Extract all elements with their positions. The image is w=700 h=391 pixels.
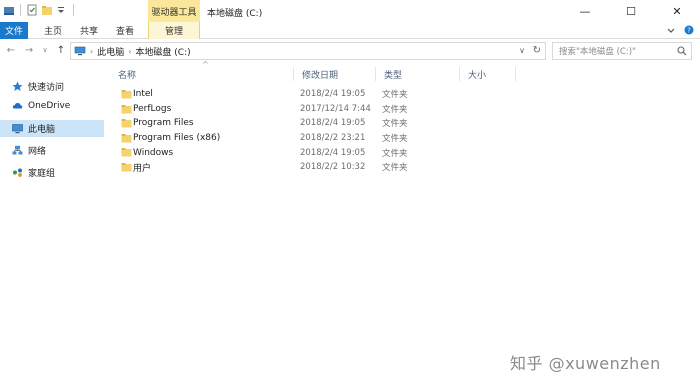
column-header-name[interactable]: 名称 (110, 67, 294, 81)
up-button[interactable]: ↑ (54, 43, 68, 57)
address-dropdown-button[interactable]: ∨ (519, 46, 525, 55)
folder-icon (121, 133, 132, 143)
sidebar-item-label: 快速访问 (28, 83, 65, 93)
help-icon[interactable]: ? (684, 25, 694, 35)
refresh-button[interactable]: ↻ (533, 45, 541, 56)
column-header-type[interactable]: 类型 (376, 67, 460, 81)
navigation-pane: 快速访问 OneDrive 此电脑 网络 家庭组 (0, 70, 104, 391)
forward-button[interactable]: → (22, 43, 36, 57)
star-icon (12, 81, 23, 92)
column-size-label: 大小 (468, 70, 487, 81)
file-list: Intel 2018/2/4 19:05 文件夹 PerfLogs 2017/1… (110, 87, 690, 175)
expand-ribbon-icon[interactable] (666, 25, 676, 35)
folder-icon (121, 89, 132, 99)
ribbon-right-controls: ? (666, 25, 694, 35)
file-type: 文件夹 (382, 104, 408, 115)
tab-share[interactable]: 共享 (74, 22, 104, 39)
sidebar-item-label: 此电脑 (28, 125, 56, 135)
file-type: 文件夹 (382, 90, 408, 101)
file-date: 2018/2/4 19:05 (300, 118, 366, 129)
breadcrumb-separator[interactable]: › (128, 47, 131, 56)
back-button[interactable]: ← (4, 43, 18, 57)
column-header-size[interactable]: 大小 (460, 67, 516, 81)
file-name: Intel (133, 89, 153, 100)
file-type: 文件夹 (382, 163, 408, 174)
file-row-windows[interactable]: Windows 2018/2/4 19:05 文件夹 (110, 145, 690, 160)
column-type-label: 类型 (384, 70, 403, 81)
file-row-perflogs[interactable]: PerfLogs 2017/12/14 7:44 文件夹 (110, 102, 690, 117)
search-icon[interactable] (677, 46, 687, 59)
drive-tools-header: 驱动器工具 (148, 0, 200, 22)
sidebar-item-onedrive[interactable]: OneDrive (0, 97, 104, 114)
properties-icon[interactable] (26, 4, 38, 16)
toolbar-separator (73, 4, 74, 16)
recent-locations-button[interactable]: ∨ (38, 43, 52, 57)
help-glyph: ? (687, 27, 691, 35)
file-row-intel[interactable]: Intel 2018/2/4 19:05 文件夹 (110, 87, 690, 102)
file-name: Program Files (133, 118, 194, 129)
file-name: PerfLogs (133, 103, 172, 114)
address-bar[interactable]: › 此电脑 › 本地磁盘 (C:) ∨ ↻ (70, 42, 546, 60)
window-controls: — ☐ ✕ (562, 0, 700, 22)
close-button[interactable]: ✕ (654, 0, 700, 22)
sidebar-item-label: 网络 (28, 147, 47, 157)
homegroup-icon (12, 167, 23, 178)
sidebar-item-this-pc[interactable]: 此电脑 (0, 120, 104, 137)
column-date-label: 修改日期 (302, 70, 339, 81)
navigation-bar: ← → ∨ ↑ › 此电脑 › 本地磁盘 (C:) ∨ ↻ 搜索"本地磁盘 (C… (0, 40, 700, 62)
sidebar-item-label: OneDrive (28, 100, 71, 111)
title-bar: 驱动器工具 本地磁盘 (C:) — ☐ ✕ (0, 0, 700, 22)
tab-home[interactable]: 主页 (38, 22, 68, 39)
sidebar-item-homegroup[interactable]: 家庭组 (0, 164, 104, 181)
cloud-icon (12, 100, 23, 111)
folder-icon (121, 162, 132, 172)
search-input[interactable]: 搜索"本地磁盘 (C:)" (552, 42, 692, 60)
file-date: 2018/2/2 23:21 (300, 133, 366, 144)
tab-manage[interactable]: 管理 (148, 22, 200, 39)
file-row-program-files[interactable]: Program Files 2018/2/4 19:05 文件夹 (110, 116, 690, 131)
network-icon (12, 145, 23, 156)
file-name: Windows (133, 147, 174, 158)
folder-icon (121, 147, 132, 157)
maximize-button[interactable]: ☐ (608, 0, 654, 22)
file-row-program-files-x86[interactable]: Program Files (x86) 2018/2/2 23:21 文件夹 (110, 131, 690, 146)
search-placeholder: 搜索"本地磁盘 (C:)" (559, 47, 636, 57)
file-date: 2017/12/14 7:44 (300, 103, 371, 114)
file-type: 文件夹 (382, 134, 408, 145)
tab-view[interactable]: 查看 (110, 22, 140, 39)
column-name-label: 名称 (118, 70, 137, 81)
file-date: 2018/2/4 19:05 (300, 89, 366, 100)
file-type: 文件夹 (382, 148, 408, 159)
tab-file[interactable]: 文件 (0, 22, 28, 39)
new-folder-icon[interactable] (41, 4, 53, 16)
drive-icon[interactable] (3, 4, 15, 16)
computer-icon (12, 123, 23, 134)
folder-icon (121, 118, 132, 128)
column-headers: ^ 名称 修改日期 类型 大小 (110, 60, 690, 84)
breadcrumb-local-disk[interactable]: 本地磁盘 (C:) (135, 45, 190, 58)
sidebar-item-quick-access[interactable]: 快速访问 (0, 78, 104, 95)
watermark: 知乎 @xuwenzhen (510, 354, 661, 373)
sidebar-item-network[interactable]: 网络 (0, 142, 104, 159)
file-date: 2018/2/2 10:32 (300, 162, 366, 173)
file-name: 用户 (133, 163, 152, 174)
sidebar-item-label: 家庭组 (28, 169, 56, 179)
ribbon-tabs: 文件 主页 共享 查看 管理 ? (0, 22, 700, 39)
toolbar-separator (20, 4, 21, 16)
folder-icon (121, 104, 132, 114)
column-header-date[interactable]: 修改日期 (294, 67, 376, 81)
computer-icon (74, 46, 86, 56)
file-name: Program Files (x86) (133, 133, 221, 144)
breadcrumb-this-pc[interactable]: 此电脑 (97, 45, 124, 58)
window-title: 本地磁盘 (C:) (207, 9, 263, 19)
quick-access-toolbar (3, 4, 76, 16)
file-row-users[interactable]: 用户 2018/2/2 10:32 文件夹 (110, 160, 690, 175)
minimize-button[interactable]: — (562, 0, 608, 22)
customize-toolbar-icon[interactable] (56, 4, 68, 16)
file-type: 文件夹 (382, 119, 408, 130)
file-date: 2018/2/4 19:05 (300, 147, 366, 158)
breadcrumb-separator[interactable]: › (90, 47, 93, 56)
